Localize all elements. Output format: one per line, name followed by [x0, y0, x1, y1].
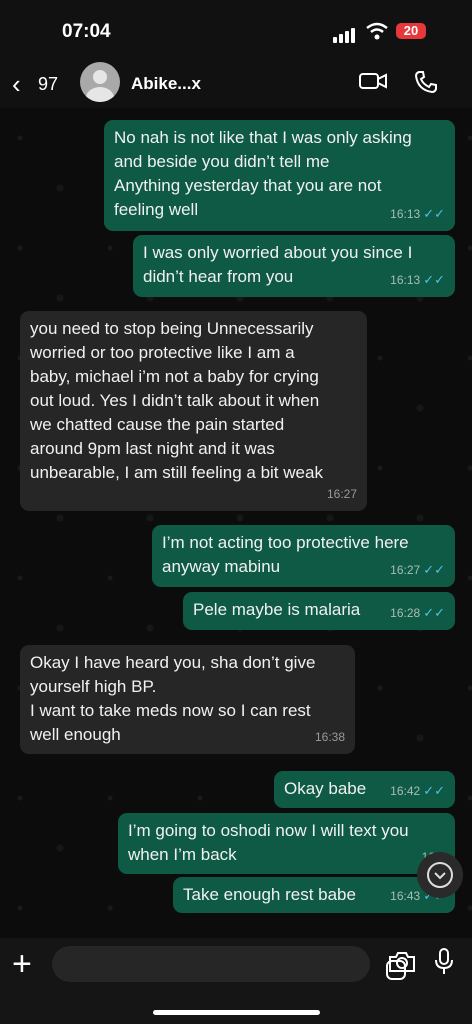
status-bar: 07:04 20 [0, 0, 472, 62]
double-check-icon: ✓✓ [423, 783, 445, 798]
double-check-icon: ✓✓ [423, 605, 445, 620]
message-outgoing[interactable]: Take enough rest babe 16:43✓✓ [173, 877, 455, 913]
status-time: 07:04 [62, 21, 111, 42]
message-outgoing[interactable]: No nah is not like that I was only askin… [104, 120, 455, 231]
camera-icon[interactable] [388, 950, 416, 974]
message-text: I’m going to oshodi now I will text you … [128, 821, 409, 864]
microphone-icon[interactable] [434, 948, 454, 976]
message-time: 16:43 [390, 889, 421, 903]
battery-icon: 20 [396, 23, 426, 39]
contact-name[interactable]: Abike...x [131, 74, 201, 94]
avatar[interactable] [80, 62, 120, 102]
home-indicator [153, 1010, 320, 1015]
signal-icon [333, 25, 357, 43]
message-time: 16:27 [390, 563, 421, 577]
message-time: 16:42 [390, 784, 421, 798]
message-input[interactable] [52, 946, 406, 982]
message-text: Okay I have heard you, sha don’t give yo… [30, 653, 316, 744]
chat-header: ‹ 97 Abike...x [0, 62, 472, 108]
message-time: 16:27 [326, 487, 357, 501]
message-outgoing[interactable]: Pele maybe is malaria 16:28 ✓✓ [183, 592, 455, 630]
phone-call-icon[interactable] [414, 70, 438, 94]
message-outgoing[interactable]: I’m not acting too protective here anywa… [152, 525, 455, 587]
message-list[interactable]: No nah is not like that I was only askin… [0, 108, 472, 938]
message-text: you need to stop being Unnecessarily wor… [30, 319, 323, 482]
wifi-icon [366, 22, 388, 40]
video-call-icon[interactable] [359, 71, 387, 91]
message-time: 16:13 [390, 207, 421, 221]
message-outgoing[interactable]: Okay babe 16:42 ✓✓ [274, 771, 455, 808]
double-check-icon: ✓✓ [423, 272, 445, 287]
scroll-to-bottom-button[interactable] [417, 852, 463, 898]
message-time: 16:28 [390, 606, 421, 620]
back-chevron-icon[interactable]: ‹ [12, 69, 21, 100]
message-time: 16:38 [314, 730, 345, 744]
double-check-icon: ✓✓ [423, 562, 445, 577]
message-outgoing[interactable]: I’m going to oshodi now I will text you … [118, 813, 455, 874]
message-time: 16:13 [390, 273, 421, 287]
plus-icon[interactable]: + [12, 944, 32, 984]
chevron-down-icon [427, 862, 453, 888]
message-incoming[interactable]: Okay I have heard you, sha don’t give yo… [20, 645, 355, 754]
double-check-icon: ✓✓ [423, 206, 445, 221]
message-incoming[interactable]: you need to stop being Unnecessarily wor… [20, 311, 367, 511]
message-outgoing[interactable]: I was only worried about you since I did… [133, 235, 455, 297]
unread-count[interactable]: 97 [38, 74, 58, 95]
